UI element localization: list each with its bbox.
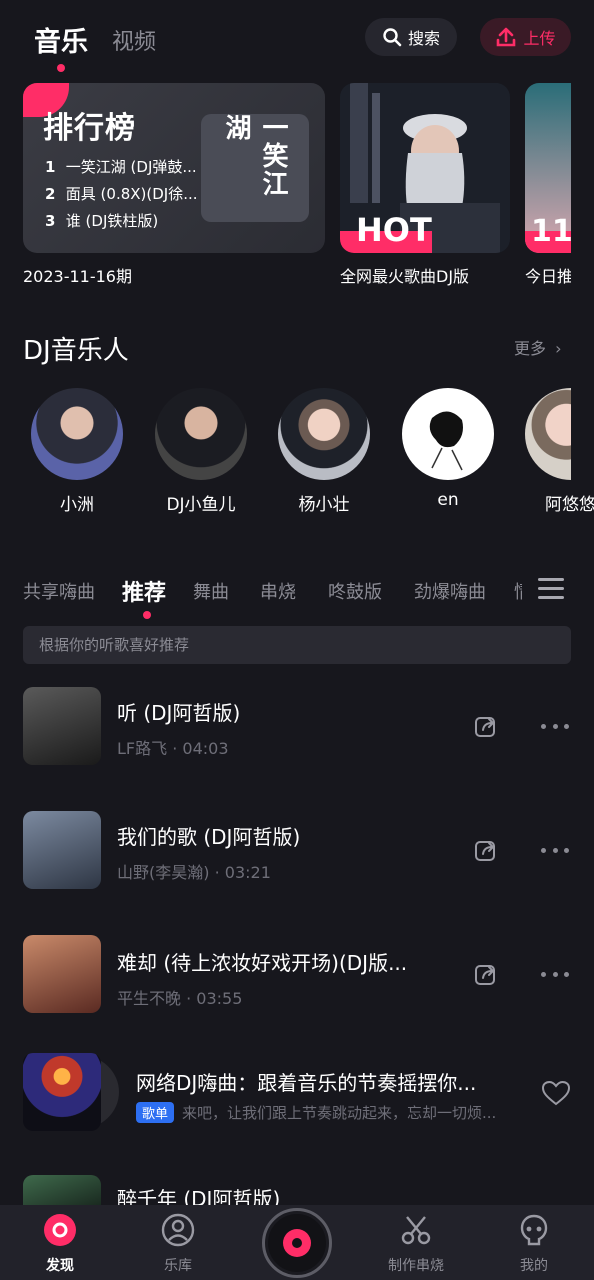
more-options-icon[interactable] bbox=[541, 846, 569, 854]
library-icon bbox=[161, 1213, 195, 1247]
tab-music[interactable]: 音乐 bbox=[34, 20, 88, 59]
dj-section-title: DJ音乐人 bbox=[23, 336, 129, 366]
player-disc-button[interactable] bbox=[262, 1208, 332, 1278]
chart-rank-3: 3 谁 (DJ铁柱版) bbox=[45, 212, 159, 230]
daily-banner[interactable]: 11-1 bbox=[525, 83, 571, 253]
playlist-cover[interactable] bbox=[23, 1053, 119, 1131]
hot-banner[interactable]: HOT bbox=[340, 83, 510, 253]
song-cover-2[interactable] bbox=[23, 811, 101, 889]
playlist-meta: 歌单 来吧，让我们跟上节奏跳动起来，忘却一切烦... bbox=[136, 1102, 516, 1123]
category-tab-dance[interactable]: 舞曲 bbox=[193, 578, 229, 604]
song-cover-4[interactable] bbox=[23, 1175, 101, 1205]
playlist-title[interactable]: 网络DJ嗨曲：跟着音乐的节奏摇摆你... bbox=[136, 1067, 516, 1096]
song-cover-3[interactable] bbox=[23, 935, 101, 1013]
more-options-icon[interactable] bbox=[541, 722, 569, 730]
vinyl-disc-icon bbox=[268, 1214, 326, 1272]
upload-icon bbox=[497, 27, 516, 47]
song-meta-1: LF路飞 · 04:03 bbox=[117, 739, 229, 758]
more-link[interactable]: 更多 › bbox=[514, 335, 562, 359]
scissors-icon bbox=[401, 1216, 431, 1245]
dj-name-3: 杨小壮 bbox=[298, 495, 350, 515]
active-tab-indicator bbox=[57, 64, 65, 72]
share-icon[interactable] bbox=[473, 713, 499, 739]
dj-avatar-5[interactable] bbox=[525, 388, 571, 480]
category-tab-explosive[interactable]: 劲爆嗨曲 bbox=[414, 578, 486, 604]
hot-label: HOT bbox=[356, 211, 432, 249]
hot-caption: 全网最火歌曲DJ版 bbox=[340, 267, 470, 286]
upload-label: 上传 bbox=[523, 29, 556, 48]
dj-name-2: DJ小鱼儿 bbox=[166, 495, 236, 515]
chart-rank-2: 2 面具 (0.8X)(DJ徐... bbox=[45, 185, 198, 203]
category-active-indicator bbox=[143, 611, 151, 619]
nav-discover[interactable]: 发现 bbox=[15, 1213, 105, 1275]
daily-label: 11-1 bbox=[531, 214, 571, 249]
cover-calligraphy: 一笑江湖 bbox=[221, 114, 288, 198]
more-label: 更多 bbox=[514, 339, 547, 358]
nav-library[interactable]: 乐库 bbox=[133, 1213, 223, 1275]
search-button[interactable]: 搜索 bbox=[365, 18, 457, 56]
dj-avatar-2[interactable] bbox=[155, 388, 247, 480]
song-cover-1[interactable] bbox=[23, 687, 101, 765]
song-title-2[interactable]: 我们的歌 (DJ阿哲版) bbox=[117, 821, 447, 850]
chevron-right-icon: › bbox=[555, 339, 562, 358]
heart-icon[interactable] bbox=[541, 1080, 571, 1106]
dj-name-1: 小洲 bbox=[60, 495, 94, 515]
sketch-avatar-image bbox=[429, 411, 463, 471]
dj-avatar-3[interactable] bbox=[278, 388, 370, 480]
category-tab-shared[interactable]: 共享嗨曲 bbox=[23, 578, 95, 604]
nav-discover-label: 发现 bbox=[46, 1258, 74, 1274]
dj-avatar-4[interactable] bbox=[402, 388, 494, 480]
recommend-hint: 根据你的听歌喜好推荐 bbox=[23, 626, 571, 664]
dj-avatar-1[interactable] bbox=[31, 388, 123, 480]
nav-mix[interactable]: 制作串烧 bbox=[371, 1213, 461, 1275]
category-tab-drum[interactable]: 咚鼓版 bbox=[328, 578, 382, 604]
share-icon[interactable] bbox=[473, 961, 499, 987]
daily-caption: 今日推 bbox=[525, 267, 571, 286]
song-title-3[interactable]: 难却 (待上浓妆好戏开场)(DJ版... bbox=[117, 947, 447, 976]
chart-rank-1: 1 一笑江湖 (DJ弹鼓... bbox=[45, 158, 197, 176]
upload-button[interactable]: 上传 bbox=[480, 18, 571, 56]
profile-icon bbox=[520, 1214, 548, 1246]
playlist-desc: 来吧，让我们跟上节奏跳动起来，忘却一切烦... bbox=[182, 1104, 497, 1122]
song-meta-2: 山野(李昊瀚) · 03:21 bbox=[117, 863, 271, 882]
search-label: 搜索 bbox=[407, 29, 440, 48]
song-meta-3: 平生不晚 · 03:55 bbox=[117, 989, 243, 1008]
chart-caption: 2023-11-16期 bbox=[23, 267, 132, 286]
category-tab-medley[interactable]: 串烧 bbox=[260, 578, 296, 604]
nav-library-label: 乐库 bbox=[164, 1258, 192, 1274]
dj-name-5: 阿悠悠 bbox=[545, 495, 594, 515]
nav-mix-label: 制作串烧 bbox=[388, 1258, 444, 1274]
chart-cover-image: 一笑江湖 bbox=[201, 114, 309, 222]
nav-me[interactable]: 我的 bbox=[489, 1213, 579, 1275]
nav-me-label: 我的 bbox=[520, 1258, 548, 1274]
category-menu-icon[interactable] bbox=[538, 578, 564, 600]
chart-title: 排行榜 bbox=[43, 111, 136, 146]
share-icon[interactable] bbox=[473, 837, 499, 863]
more-options-icon[interactable] bbox=[541, 970, 569, 978]
category-tab-recommend[interactable]: 推荐 bbox=[122, 575, 166, 607]
discover-icon bbox=[44, 1214, 76, 1246]
dj-name-4: en bbox=[437, 490, 459, 510]
song-title-1[interactable]: 听 (DJ阿哲版) bbox=[117, 697, 447, 726]
playlist-badge: 歌单 bbox=[136, 1102, 175, 1123]
chart-banner[interactable]: 排行榜 1 一笑江湖 (DJ弹鼓... 2 面具 (0.8X)(DJ徐... 3… bbox=[23, 83, 325, 253]
tab-video[interactable]: 视频 bbox=[112, 24, 156, 56]
search-icon bbox=[383, 28, 402, 47]
category-tab-more[interactable]: 情 bbox=[514, 578, 522, 604]
